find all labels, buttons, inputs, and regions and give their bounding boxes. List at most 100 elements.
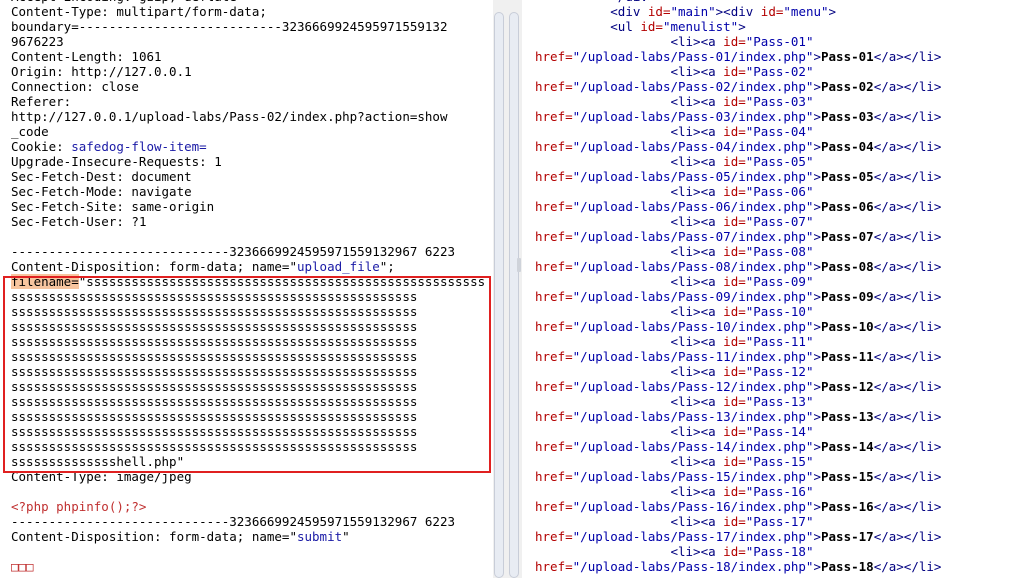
tag-token: > bbox=[813, 499, 821, 514]
close-tags: </a></li> bbox=[873, 169, 942, 184]
tag-token: <a bbox=[700, 244, 716, 259]
request-pane[interactable]: Accept-Encoding: gzip, deflateContent-Ty… bbox=[0, 0, 493, 578]
menu-href-line: href="/upload-labs/Pass-18/index.php">Pa… bbox=[535, 559, 941, 574]
header-value: http://127.0.0.1 bbox=[63, 64, 192, 79]
string-token: "Pass-09" bbox=[745, 274, 814, 289]
menu-item-line: <li><a id="Pass-08" bbox=[535, 244, 941, 259]
href-attribute: href= bbox=[535, 289, 573, 304]
tag-token: <a bbox=[700, 364, 716, 379]
header-key: Origin: bbox=[11, 64, 64, 79]
string-token: "Pass-18" bbox=[745, 544, 814, 559]
menu-item-line: <li><a id="Pass-17" bbox=[535, 514, 941, 529]
disposition-suffix: "; bbox=[379, 259, 395, 274]
href-attribute: href= bbox=[535, 559, 573, 574]
tag-token: <a bbox=[700, 334, 716, 349]
menu-href-line: href="/upload-labs/Pass-09/index.php">Pa… bbox=[535, 289, 941, 304]
href-value: "/upload-labs/Pass-06/index.php" bbox=[572, 199, 814, 214]
response-line: <div id="main"><div id="menu"> bbox=[535, 4, 941, 19]
attribute-token: id= bbox=[715, 64, 746, 79]
tag-token: <a bbox=[700, 34, 716, 49]
menu-link-label: Pass-11 bbox=[821, 349, 874, 364]
filename-line: sssssssssssssshell.php" bbox=[11, 454, 485, 469]
menu-link-label: Pass-17 bbox=[821, 529, 874, 544]
href-value: "/upload-labs/Pass-05/index.php" bbox=[572, 169, 814, 184]
header-value: boundary=---------------------------3236… bbox=[11, 19, 448, 34]
tag-token: > bbox=[828, 4, 837, 19]
content-type-line: Content-Type: image/jpeg bbox=[11, 469, 485, 484]
menu-href-line: href="/upload-labs/Pass-01/index.php">Pa… bbox=[535, 49, 941, 64]
tag-token: > bbox=[813, 289, 821, 304]
href-value: "/upload-labs/Pass-13/index.php" bbox=[572, 409, 814, 424]
request-header-line: Sec-Fetch-Dest: document bbox=[11, 169, 485, 184]
tag-token: > bbox=[813, 319, 821, 334]
tag-token: <div bbox=[610, 4, 641, 19]
tag-token: > bbox=[813, 199, 821, 214]
glyph-line: □□□ bbox=[11, 559, 485, 574]
close-tags: </a></li> bbox=[873, 559, 942, 574]
href-value: "/upload-labs/Pass-09/index.php" bbox=[572, 289, 814, 304]
cookie-value: safedog-flow-item= bbox=[71, 139, 207, 154]
menu-link-label: Pass-12 bbox=[821, 379, 874, 394]
attribute-token: id= bbox=[715, 514, 746, 529]
close-tags: </a></li> bbox=[873, 529, 942, 544]
menu-href-line: href="/upload-labs/Pass-03/index.php">Pa… bbox=[535, 109, 941, 124]
splitter-grip-icon[interactable] bbox=[517, 258, 521, 272]
attribute-token: id= bbox=[715, 544, 746, 559]
attribute-token: id= bbox=[715, 304, 746, 319]
request-header-line: _code bbox=[11, 124, 485, 139]
boundary-line: -----------------------------32366699245… bbox=[11, 244, 485, 259]
filename-line: ssssssssssssssssssssssssssssssssssssssss… bbox=[11, 289, 485, 304]
attribute-token: id= bbox=[715, 454, 746, 469]
attribute-token: id= bbox=[640, 4, 671, 19]
tag-token: <a bbox=[700, 124, 716, 139]
href-value: "/upload-labs/Pass-18/index.php" bbox=[572, 559, 814, 574]
menu-item-line: <li><a id="Pass-06" bbox=[535, 184, 941, 199]
filename-value: ssssssssssssssssssssssssssssssssssssssss… bbox=[11, 304, 418, 319]
header-value: _code bbox=[11, 124, 49, 139]
tag-token: > bbox=[693, 544, 701, 559]
string-token: "Pass-06" bbox=[745, 184, 814, 199]
response-text[interactable]: </div> <div id="main"><div id="menu"> <u… bbox=[535, 0, 941, 574]
menu-link-label: Pass-18 bbox=[821, 559, 874, 574]
close-tags: </a></li> bbox=[873, 439, 942, 454]
request-text[interactable]: Accept-Encoding: gzip, deflateContent-Ty… bbox=[11, 0, 485, 574]
tag-token: > bbox=[693, 34, 701, 49]
menu-href-line: href="/upload-labs/Pass-17/index.php">Pa… bbox=[535, 529, 941, 544]
attribute-token: id= bbox=[753, 4, 784, 19]
content-type-key: Content-Type: bbox=[11, 469, 109, 484]
response-scrollbar-left[interactable] bbox=[509, 12, 519, 578]
menu-href-line: href="/upload-labs/Pass-07/index.php">Pa… bbox=[535, 229, 941, 244]
menu-link-label: Pass-07 bbox=[821, 229, 874, 244]
header-key: Sec-Fetch-User: bbox=[11, 214, 124, 229]
menu-href-line: href="/upload-labs/Pass-15/index.php">Pa… bbox=[535, 469, 941, 484]
response-pane[interactable]: </div> <div id="main"><div id="menu"> <u… bbox=[522, 0, 1020, 578]
header-value: http://127.0.0.1/upload-labs/Pass-02/ind… bbox=[11, 109, 448, 124]
menu-href-line: href="/upload-labs/Pass-04/index.php">Pa… bbox=[535, 139, 941, 154]
request-header-line: Connection: close bbox=[11, 79, 485, 94]
disposition-line: Content-Disposition: form-data; name="up… bbox=[11, 259, 485, 274]
tag-token: <a bbox=[700, 304, 716, 319]
menu-link-label: Pass-03 bbox=[821, 109, 874, 124]
pane-splitter[interactable] bbox=[493, 0, 522, 578]
href-attribute: href= bbox=[535, 49, 573, 64]
request-header-line: Referer: bbox=[11, 94, 485, 109]
tag-token: <li bbox=[670, 64, 694, 79]
string-token: "Pass-12" bbox=[745, 364, 814, 379]
response-line: <ul id="menulist"> bbox=[535, 19, 941, 34]
filename-line: filename="ssssssssssssssssssssssssssssss… bbox=[11, 274, 485, 289]
request-scrollbar[interactable] bbox=[494, 12, 504, 578]
close-tags: </a></li> bbox=[873, 199, 942, 214]
menu-href-line: href="/upload-labs/Pass-16/index.php">Pa… bbox=[535, 499, 941, 514]
boundary-line: -----------------------------32366699245… bbox=[11, 514, 485, 529]
filename-value: ssssssssssssssssssssssssssssssssssssssss… bbox=[11, 349, 418, 364]
menu-item-line: <li><a id="Pass-12" bbox=[535, 364, 941, 379]
header-key: Cookie: bbox=[11, 139, 64, 154]
tag-token: <a bbox=[700, 394, 716, 409]
href-attribute: href= bbox=[535, 259, 573, 274]
menu-item-line: <li><a id="Pass-15" bbox=[535, 454, 941, 469]
